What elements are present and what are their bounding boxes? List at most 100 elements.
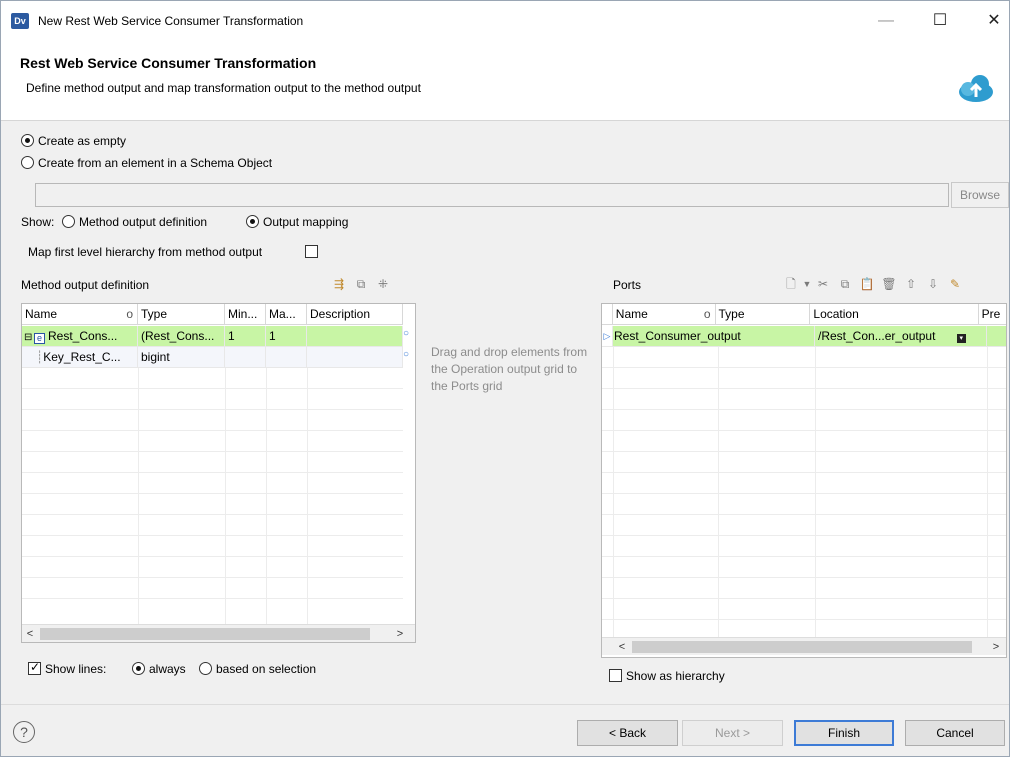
show-lines-always-label: always bbox=[149, 662, 186, 676]
method-output-grid: Name o Type Min... Ma... Description ⊟ e R… bbox=[21, 303, 416, 643]
row-marker-header bbox=[602, 304, 613, 325]
copy-icon[interactable]: ⧉ bbox=[353, 276, 369, 292]
radio-unselected-icon bbox=[62, 215, 75, 228]
checkbox-icon bbox=[305, 245, 318, 258]
output-mapping-radio[interactable]: Output mapping bbox=[246, 215, 348, 229]
link-anchor-icon[interactable]: ○ bbox=[403, 328, 409, 339]
maximize-button[interactable]: ☐ bbox=[917, 1, 963, 41]
minimize-button[interactable]: — bbox=[863, 1, 909, 41]
footer-separator bbox=[1, 704, 1009, 705]
scroll-left-icon[interactable]: < bbox=[22, 625, 38, 642]
help-icon[interactable]: ? bbox=[13, 721, 35, 743]
output-mapping-radio-label: Output mapping bbox=[263, 215, 349, 229]
grid-lines bbox=[22, 368, 403, 624]
column-header-type[interactable]: Type bbox=[716, 304, 811, 325]
scroll-thumb[interactable] bbox=[632, 641, 972, 653]
row-expand-icon[interactable]: ▷ bbox=[602, 326, 613, 346]
create-empty-radio[interactable]: Create as empty bbox=[21, 134, 126, 148]
show-lines-selection-radio[interactable]: based on selection bbox=[199, 662, 316, 676]
finish-button[interactable]: Finish bbox=[794, 720, 894, 746]
show-lines-checkbox[interactable]: Show lines: bbox=[28, 660, 107, 676]
name-text: Key_Rest_C... bbox=[43, 350, 121, 364]
column-header-name-text: Name bbox=[25, 307, 58, 321]
cloud-gear-icon bbox=[959, 75, 993, 102]
wizard-header: Rest Web Service Consumer Transformation… bbox=[1, 41, 1009, 121]
port-precision-cell bbox=[987, 326, 1006, 346]
add-element-icon[interactable]: ⁜ bbox=[375, 276, 391, 292]
cancel-button[interactable]: Cancel bbox=[905, 720, 1005, 746]
table-row[interactable]: ▷ Rest_Consumer_output /Rest_Con...er_ou… bbox=[602, 326, 1006, 347]
back-button[interactable]: < Back bbox=[577, 720, 678, 746]
table-row[interactable]: ⊟ e Rest_Cons... (Rest_Cons... 1 1 bbox=[22, 326, 403, 347]
delete-icon[interactable]: 🗑 bbox=[881, 276, 897, 292]
browse-button[interactable]: Browse bbox=[951, 182, 1009, 208]
paste-icon[interactable]: 📋 bbox=[859, 276, 875, 292]
cut-icon[interactable]: ✂ bbox=[815, 276, 831, 292]
scroll-left-icon[interactable]: < bbox=[614, 638, 630, 656]
show-as-hierarchy-checkbox[interactable]: Show as hierarchy bbox=[609, 669, 725, 683]
method-output-definition-radio[interactable]: Method output definition bbox=[62, 215, 207, 229]
ports-grid-header: Name o Type Location Pre bbox=[602, 304, 1006, 325]
scroll-right-icon[interactable]: > bbox=[988, 638, 1004, 656]
edit-icon[interactable]: ✎ bbox=[947, 276, 963, 292]
auto-map-icon[interactable]: ⇶ bbox=[331, 276, 347, 292]
show-lines-label: Show lines: bbox=[45, 662, 107, 676]
show-as-hierarchy-label: Show as hierarchy bbox=[626, 669, 725, 683]
ports-grid: Name o Type Location Pre ▷ Rest_Consumer… bbox=[601, 303, 1007, 658]
name-text: Rest_Cons... bbox=[48, 329, 118, 343]
schema-path-input[interactable] bbox=[35, 183, 949, 207]
show-lines-always-radio[interactable]: always bbox=[132, 662, 186, 676]
scroll-right-icon[interactable]: > bbox=[392, 625, 408, 642]
column-header-name[interactable]: Name o bbox=[22, 304, 138, 325]
app-icon: Dv bbox=[11, 13, 29, 29]
radio-selected-icon bbox=[132, 662, 145, 675]
next-button[interactable]: Next > bbox=[682, 720, 783, 746]
description-cell bbox=[307, 326, 403, 346]
column-header-name-text: Name bbox=[615, 307, 648, 321]
radio-unselected-icon bbox=[21, 156, 34, 169]
method-output-definition-radio-label: Method output definition bbox=[79, 215, 208, 229]
element-icon: e bbox=[34, 333, 45, 344]
table-row[interactable]: ┊Key_Rest_C... bigint bbox=[22, 347, 403, 368]
method-output-section-label: Method output definition bbox=[21, 278, 150, 292]
radio-unselected-icon bbox=[199, 662, 212, 675]
min-cell: 1 bbox=[225, 326, 266, 346]
column-header-precision[interactable]: Pre bbox=[979, 304, 1006, 325]
column-header-max[interactable]: Ma... bbox=[266, 304, 307, 325]
show-label: Show: bbox=[21, 215, 55, 229]
new-port-icon[interactable]: 🗋 bbox=[783, 276, 799, 292]
radio-selected-icon bbox=[246, 215, 259, 228]
copy-icon[interactable]: ⧉ bbox=[837, 276, 853, 292]
column-header-min[interactable]: Min... bbox=[225, 304, 266, 325]
title-bar: Dv New Rest Web Service Consumer Transfo… bbox=[1, 1, 1009, 41]
close-button[interactable]: ✕ bbox=[971, 1, 1010, 41]
max-cell bbox=[266, 347, 307, 367]
column-header-type[interactable]: Type bbox=[138, 304, 225, 325]
horizontal-scrollbar[interactable]: < > bbox=[602, 637, 1006, 655]
column-header-o: o bbox=[126, 307, 133, 321]
column-header-location[interactable]: Location bbox=[810, 304, 979, 325]
link-anchor-icon[interactable]: ○ bbox=[403, 349, 409, 360]
column-header-description[interactable]: Description bbox=[307, 304, 403, 325]
map-first-level-label: Map first level hierarchy from method ou… bbox=[28, 245, 263, 259]
create-from-schema-radio[interactable]: Create from an element in a Schema Objec… bbox=[21, 156, 272, 170]
create-empty-label: Create as empty bbox=[38, 134, 127, 148]
move-up-icon[interactable]: ⇧ bbox=[903, 276, 919, 292]
checkbox-icon bbox=[609, 669, 622, 682]
move-down-icon[interactable]: ⇩ bbox=[925, 276, 941, 292]
ports-section-label: Ports bbox=[613, 278, 642, 292]
map-first-level-checkbox[interactable] bbox=[305, 245, 322, 259]
grid-lines bbox=[602, 347, 1006, 637]
column-header-name[interactable]: Name o bbox=[613, 304, 716, 325]
max-cell: 1 bbox=[266, 326, 307, 346]
horizontal-scrollbar[interactable]: < > bbox=[22, 624, 415, 642]
dropdown-icon[interactable]: ▾ bbox=[956, 334, 966, 343]
port-location-text: /Rest_Con...er_output bbox=[818, 329, 936, 343]
port-location-cell: /Rest_Con...er_output ▾ bbox=[815, 326, 987, 346]
collapse-icon[interactable]: ⊟ bbox=[24, 328, 34, 346]
create-from-schema-label: Create from an element in a Schema Objec… bbox=[38, 156, 273, 170]
scroll-thumb[interactable] bbox=[40, 628, 370, 640]
dropdown-arrow-icon[interactable]: ▼ bbox=[799, 276, 815, 292]
checkbox-checked-icon bbox=[28, 660, 41, 675]
type-cell: bigint bbox=[138, 347, 225, 367]
